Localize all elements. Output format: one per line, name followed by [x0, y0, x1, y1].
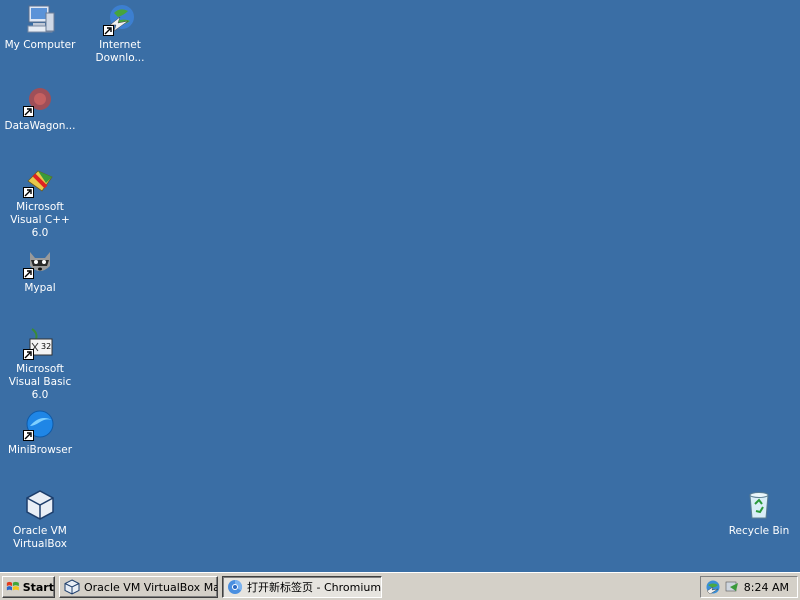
- shortcut-arrow-icon: [103, 25, 114, 36]
- system-tray: 8:24 AM: [700, 576, 798, 598]
- shortcut-arrow-icon: [23, 106, 34, 117]
- taskbar-button-chromium[interactable]: 打开新标签页 - Chromium: [222, 576, 382, 598]
- shortcut-arrow-icon: [23, 349, 34, 360]
- start-label: Start: [22, 580, 54, 594]
- desktop-icon-label: Mypal: [24, 282, 56, 294]
- recycle-bin-icon: [743, 489, 775, 521]
- desktop-icon-visual-basic[interactable]: 32 Microsoft Visual Basic 6.0: [0, 327, 80, 402]
- taskbar: Start Oracle VM VirtualBox Ma... 打开新标签页 …: [0, 572, 800, 600]
- my-computer-icon: [24, 3, 56, 35]
- start-button[interactable]: Start: [2, 576, 55, 598]
- desktop-icon-internet-download-manager[interactable]: Internet Downlo...: [80, 3, 160, 65]
- visual-basic-icon: 32: [23, 327, 56, 360]
- chromium-icon: [228, 579, 243, 594]
- internet-download-manager-icon: [103, 3, 136, 36]
- visual-cpp-icon: [23, 165, 56, 198]
- shortcut-arrow-icon: [23, 430, 34, 441]
- desktop-icon-datawagon[interactable]: DataWagon...: [0, 84, 80, 133]
- desktop-icon-label: Microsoft Visual Basic 6.0: [8, 363, 72, 401]
- taskbar-button-virtualbox[interactable]: Oracle VM VirtualBox Ma...: [59, 576, 218, 598]
- svg-text:32: 32: [41, 342, 51, 351]
- desktop-icon-visual-cpp[interactable]: Microsoft Visual C++ 6.0: [0, 165, 80, 240]
- desktop-icon-my-computer[interactable]: My Computer: [0, 3, 80, 52]
- minibrowser-icon: [23, 408, 56, 441]
- desktop: My Computer Internet Downlo... DataWagon…: [0, 0, 800, 572]
- desktop-icon-label: Oracle VM VirtualBox: [13, 525, 67, 550]
- desktop-icon-label: Internet Downlo...: [95, 39, 145, 64]
- windows-logo-icon: [6, 581, 19, 591]
- virtualbox-icon: [24, 489, 56, 521]
- desktop-icon-label: Microsoft Visual C++ 6.0: [10, 201, 70, 239]
- desktop-icon-recycle-bin[interactable]: Recycle Bin: [719, 489, 799, 538]
- mypal-raccoon-icon: [23, 246, 56, 279]
- desktop-icon-minibrowser[interactable]: MiniBrowser: [0, 408, 80, 457]
- desktop-icon-label: MiniBrowser: [7, 444, 73, 456]
- taskbar-clock[interactable]: 8:24 AM: [744, 581, 789, 594]
- desktop-icon-label: My Computer: [4, 39, 76, 51]
- network-globe-icon[interactable]: [705, 579, 721, 595]
- shortcut-arrow-icon: [23, 268, 34, 279]
- desktop-icon-virtualbox[interactable]: Oracle VM VirtualBox: [0, 489, 80, 551]
- virtualbox-icon: [64, 579, 80, 595]
- datawagon-icon: [23, 84, 56, 117]
- taskbar-button-label: 打开新标签页 - Chromium: [247, 581, 382, 594]
- shortcut-arrow-icon: [23, 187, 34, 198]
- desktop-icon-label: DataWagon...: [4, 120, 76, 132]
- desktop-icon-label: Recycle Bin: [728, 525, 790, 537]
- desktop-icon-mypal[interactable]: Mypal: [0, 246, 80, 295]
- taskbar-button-label: Oracle VM VirtualBox Ma...: [84, 580, 218, 594]
- idm-tray-icon[interactable]: [724, 579, 740, 595]
